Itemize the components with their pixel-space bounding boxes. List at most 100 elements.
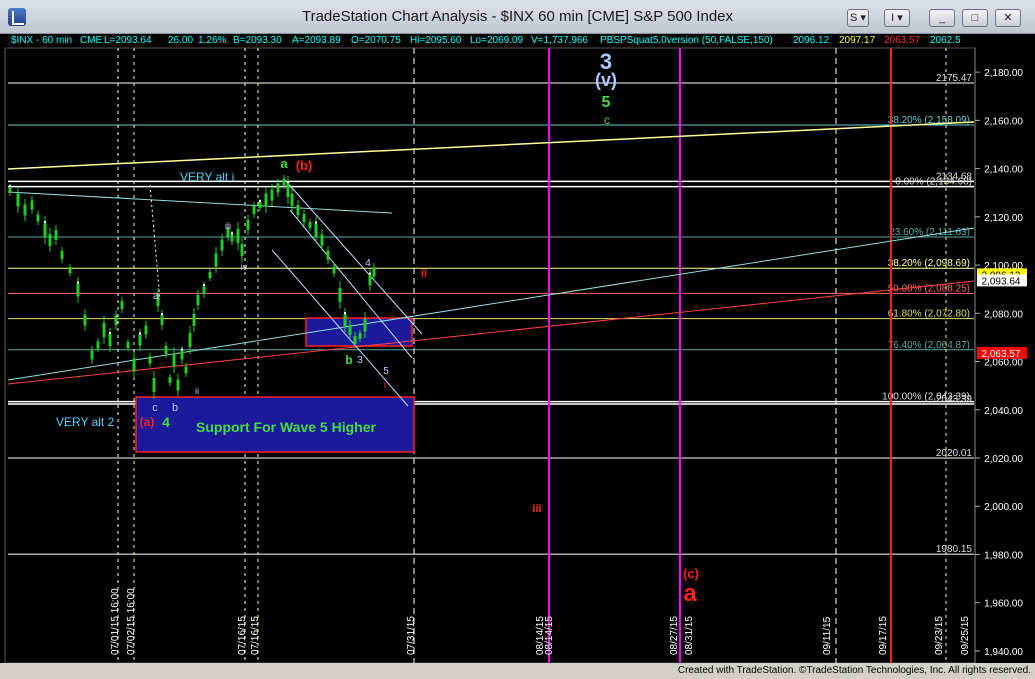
candle-body: [214, 253, 218, 267]
channel-upper: [284, 179, 423, 335]
candle-body: [76, 283, 80, 297]
candle-body: [184, 366, 188, 374]
candle-body: [372, 267, 376, 277]
candle-body: [276, 183, 280, 193]
candle-body: [208, 272, 212, 278]
level-label: 2043.39: [936, 394, 973, 405]
label-red-i: i: [384, 380, 386, 391]
candle-body: [308, 222, 312, 228]
trend-lines: [7, 121, 975, 407]
y-tick-label: 1,960.00: [984, 599, 1023, 610]
candle-body: [180, 350, 184, 360]
x-tick-label: 09/25/15: [960, 616, 971, 655]
level-label: 61.80% (2,072.80): [888, 309, 970, 320]
x-tick-label: 07/31/15: [406, 616, 417, 655]
label-very-alt-i: VERY alt i: [180, 170, 234, 184]
candle-body: [30, 200, 34, 210]
candle-body: [152, 378, 156, 392]
y-tick-label: 2,000.00: [984, 502, 1023, 513]
label-num-4: 4: [365, 258, 371, 269]
x-axis: 07/01/15 16:00 07/02/15 16:00 07/16/15 07/1…: [110, 588, 971, 655]
candle-marker: [231, 232, 233, 235]
label-small-a: a: [153, 290, 160, 302]
candle-body: [23, 204, 27, 216]
candle-body: [148, 356, 152, 364]
candle-body: [202, 286, 206, 294]
candle-body: [48, 234, 52, 246]
candle-body: [320, 234, 324, 246]
label-very-alt-2: VERY alt 2: [56, 415, 115, 429]
candle-body: [368, 274, 372, 286]
candle-body: [236, 229, 240, 243]
y-tick-label: 2,080.00: [984, 309, 1023, 320]
level-label: 76.40% (2,064.87): [888, 340, 970, 351]
label-c-paren: (c): [683, 566, 699, 581]
label-wave-a-green: a: [280, 156, 288, 171]
candle-body: [296, 205, 300, 215]
x-tick-label: 08/31/15: [684, 616, 695, 655]
candle-body: [290, 194, 294, 206]
target-box: [305, 317, 413, 347]
candle-marker: [369, 272, 371, 275]
label-wave-4: 4: [162, 414, 170, 430]
label-wave-c-top: c: [604, 113, 610, 127]
y-tick-label: 2,180.00: [984, 68, 1023, 79]
status-bar: Created with TradeStation. ©TradeStation…: [0, 663, 1035, 679]
y-tick-label: 1,940.00: [984, 647, 1023, 658]
x-tick-label: 07/01/15 16:00: [110, 588, 121, 655]
candle-marker: [139, 332, 141, 335]
candle-body: [102, 323, 106, 337]
candle-body: [120, 301, 124, 309]
candle-body: [164, 346, 168, 354]
candle-body: [270, 189, 274, 201]
level-label: 1980.15: [936, 544, 973, 555]
candle-body: [132, 358, 136, 372]
price-chart[interactable]: 2175.4738.20% (2,158.09)2134.680.00% (2,…: [0, 0, 1035, 679]
candle-body: [114, 315, 118, 325]
candle-body: [108, 334, 112, 346]
candle-marker: [109, 332, 111, 334]
label-wave-v: (v): [595, 70, 617, 90]
candle-marker: [259, 200, 261, 202]
label-small-iv: iv: [241, 262, 248, 272]
candle-marker: [287, 181, 289, 183]
x-tick-label: 07/02/15 16:00: [126, 588, 137, 655]
candle-body: [246, 220, 250, 230]
candle-body: [338, 288, 342, 302]
candle-body: [60, 251, 64, 259]
candle-body: [332, 266, 336, 274]
trendline-yellow: [7, 121, 975, 170]
candle-body: [90, 350, 94, 360]
candle-body: [68, 267, 72, 273]
label-small-ii: ii: [195, 386, 199, 396]
dotted-wave-line: [149, 184, 161, 301]
candle-body: [36, 214, 40, 222]
candle-body: [138, 334, 142, 346]
label-wave-5: 5: [602, 94, 611, 111]
x-tick-label: 08/14/15: [544, 616, 555, 655]
y-tick-label: 2,140.00: [984, 165, 1023, 176]
candle-marker: [344, 312, 346, 314]
candle-body: [282, 178, 286, 186]
candle-body: [258, 202, 262, 208]
x-tick-label: 09/23/15: [934, 616, 945, 655]
label-num-3: 3: [357, 355, 363, 366]
candle-body: [343, 314, 347, 326]
candle-body: [188, 333, 192, 347]
label-big-a: a: [683, 580, 697, 607]
candle-body: [314, 223, 318, 237]
candle-marker: [44, 221, 46, 223]
candle-body: [176, 379, 180, 391]
level-label: 2020.01: [936, 448, 973, 459]
candle-marker: [9, 185, 11, 187]
candle-marker: [203, 284, 205, 286]
candle-body: [160, 315, 164, 325]
candle-body: [363, 318, 367, 332]
candle-body: [220, 239, 224, 251]
candle-body: [144, 325, 148, 335]
y-tick-label: 2,020.00: [984, 454, 1023, 465]
candle-marker: [181, 348, 183, 351]
candle-body: [54, 230, 58, 240]
candle-body: [196, 295, 200, 305]
label-red-ii: ii: [421, 268, 427, 280]
